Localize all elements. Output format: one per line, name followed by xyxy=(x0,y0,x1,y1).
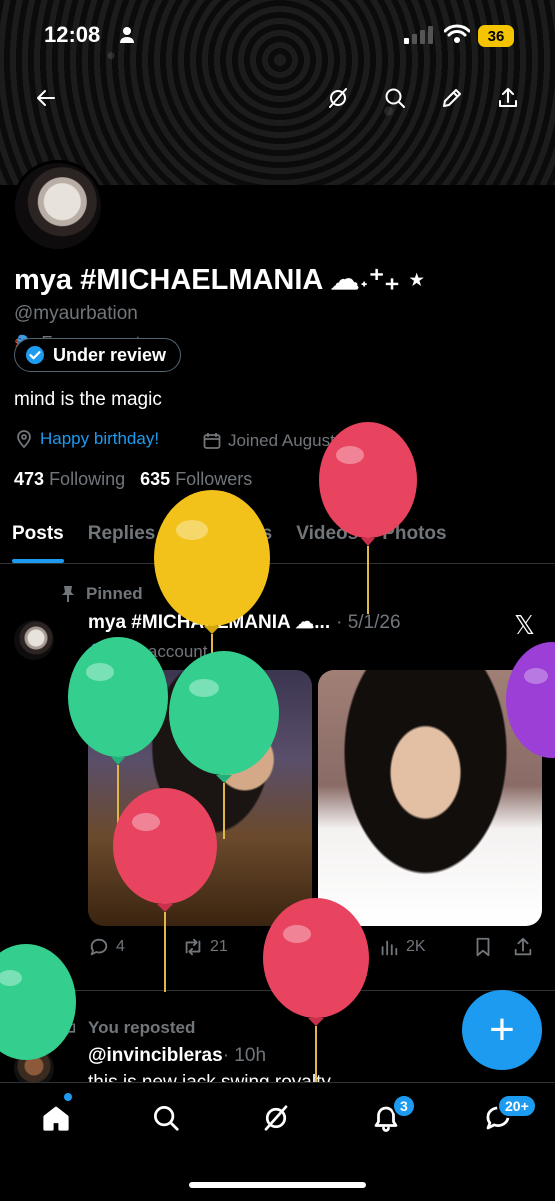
notifications-badge: 3 xyxy=(392,1094,416,1118)
search-icon xyxy=(154,1106,179,1131)
grok-icon xyxy=(264,1105,288,1131)
balloon-red-icon xyxy=(319,422,417,614)
home-unread-dot xyxy=(64,1093,72,1101)
home-icon xyxy=(43,1106,69,1131)
compose-button[interactable]: + xyxy=(462,990,542,1070)
balloon-purple-icon xyxy=(506,642,555,758)
nav-search[interactable] xyxy=(146,1098,186,1138)
home-indicator xyxy=(189,1182,366,1188)
balloon-red-icon xyxy=(263,898,369,1084)
plus-icon: + xyxy=(489,1005,515,1054)
balloon-green-icon xyxy=(0,944,76,1060)
balloon-red-icon xyxy=(113,788,217,992)
nav-grok[interactable] xyxy=(256,1098,296,1138)
messages-badge: 20+ xyxy=(497,1094,537,1118)
nav-home[interactable] xyxy=(36,1098,76,1138)
